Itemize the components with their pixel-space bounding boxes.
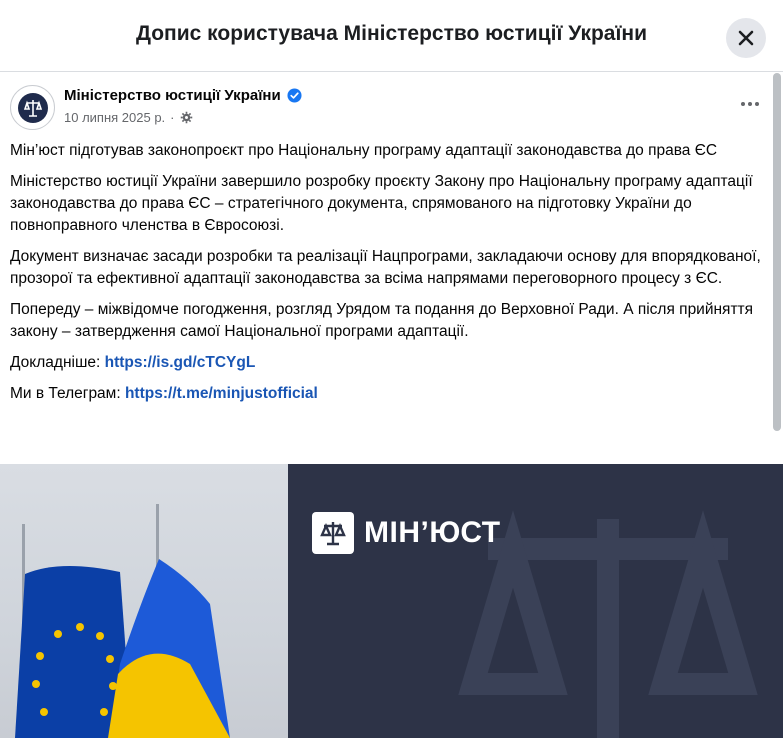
dialog-header: Допис користувача Міністерство юстиції У…	[0, 0, 783, 72]
author-name[interactable]: Міністерство юстиції України	[64, 87, 281, 104]
more-dot	[755, 102, 759, 106]
post-body: Мін’юст підготував законопроєкт про Наці…	[10, 140, 770, 414]
brand-panel	[288, 464, 783, 738]
post-author[interactable]: Міністерство юстиції України	[64, 87, 302, 104]
ministry-logo-icon	[17, 92, 48, 123]
scrollbar[interactable]	[773, 73, 781, 431]
brand-logo: МІН’ЮСТ	[312, 512, 501, 554]
telegram-link[interactable]: https://t.me/minjustofficial	[125, 385, 318, 402]
brand-scales-icon	[312, 512, 354, 554]
post-image[interactable]: МІН’ЮСТ	[0, 464, 783, 738]
telegram-label: Ми в Телеграм:	[10, 385, 121, 402]
avatar[interactable]	[10, 85, 55, 130]
details-link[interactable]: https://is.gd/cTCYgL	[105, 354, 256, 371]
more-options-icon	[741, 102, 745, 106]
post-date[interactable]: 10 липня 2025 р.	[64, 110, 165, 125]
dialog-title: Допис користувача Міністерство юстиції У…	[136, 22, 647, 45]
scales-watermark-icon	[458, 510, 758, 738]
brand-text: МІН’ЮСТ	[364, 516, 501, 549]
meta-separator: ·	[170, 110, 175, 125]
details-label: Докладніше:	[10, 354, 101, 371]
close-icon	[738, 30, 754, 46]
more-dot	[748, 102, 752, 106]
gear-icon[interactable]	[180, 111, 193, 124]
more-options-button[interactable]	[736, 94, 764, 114]
verified-badge-icon	[287, 88, 302, 103]
flags-illustration	[15, 504, 230, 738]
post-paragraph: Міністерство юстиції України завершило р…	[10, 173, 753, 234]
post-paragraph: Мін’юст підготував законопроєкт про Наці…	[10, 142, 718, 159]
details-line: Докладніше: https://is.gd/cTCYgL	[10, 352, 770, 374]
post-paragraph: Попереду – міжвідомче погодження, розгля…	[10, 301, 754, 340]
post-meta: 10 липня 2025 р. ·	[64, 110, 193, 125]
flags-photo	[0, 464, 288, 738]
close-button[interactable]	[726, 18, 766, 58]
post-paragraph: Документ визначає засади розробки та реа…	[10, 248, 761, 287]
telegram-line: Ми в Телеграм: https://t.me/minjustoffic…	[10, 383, 770, 405]
